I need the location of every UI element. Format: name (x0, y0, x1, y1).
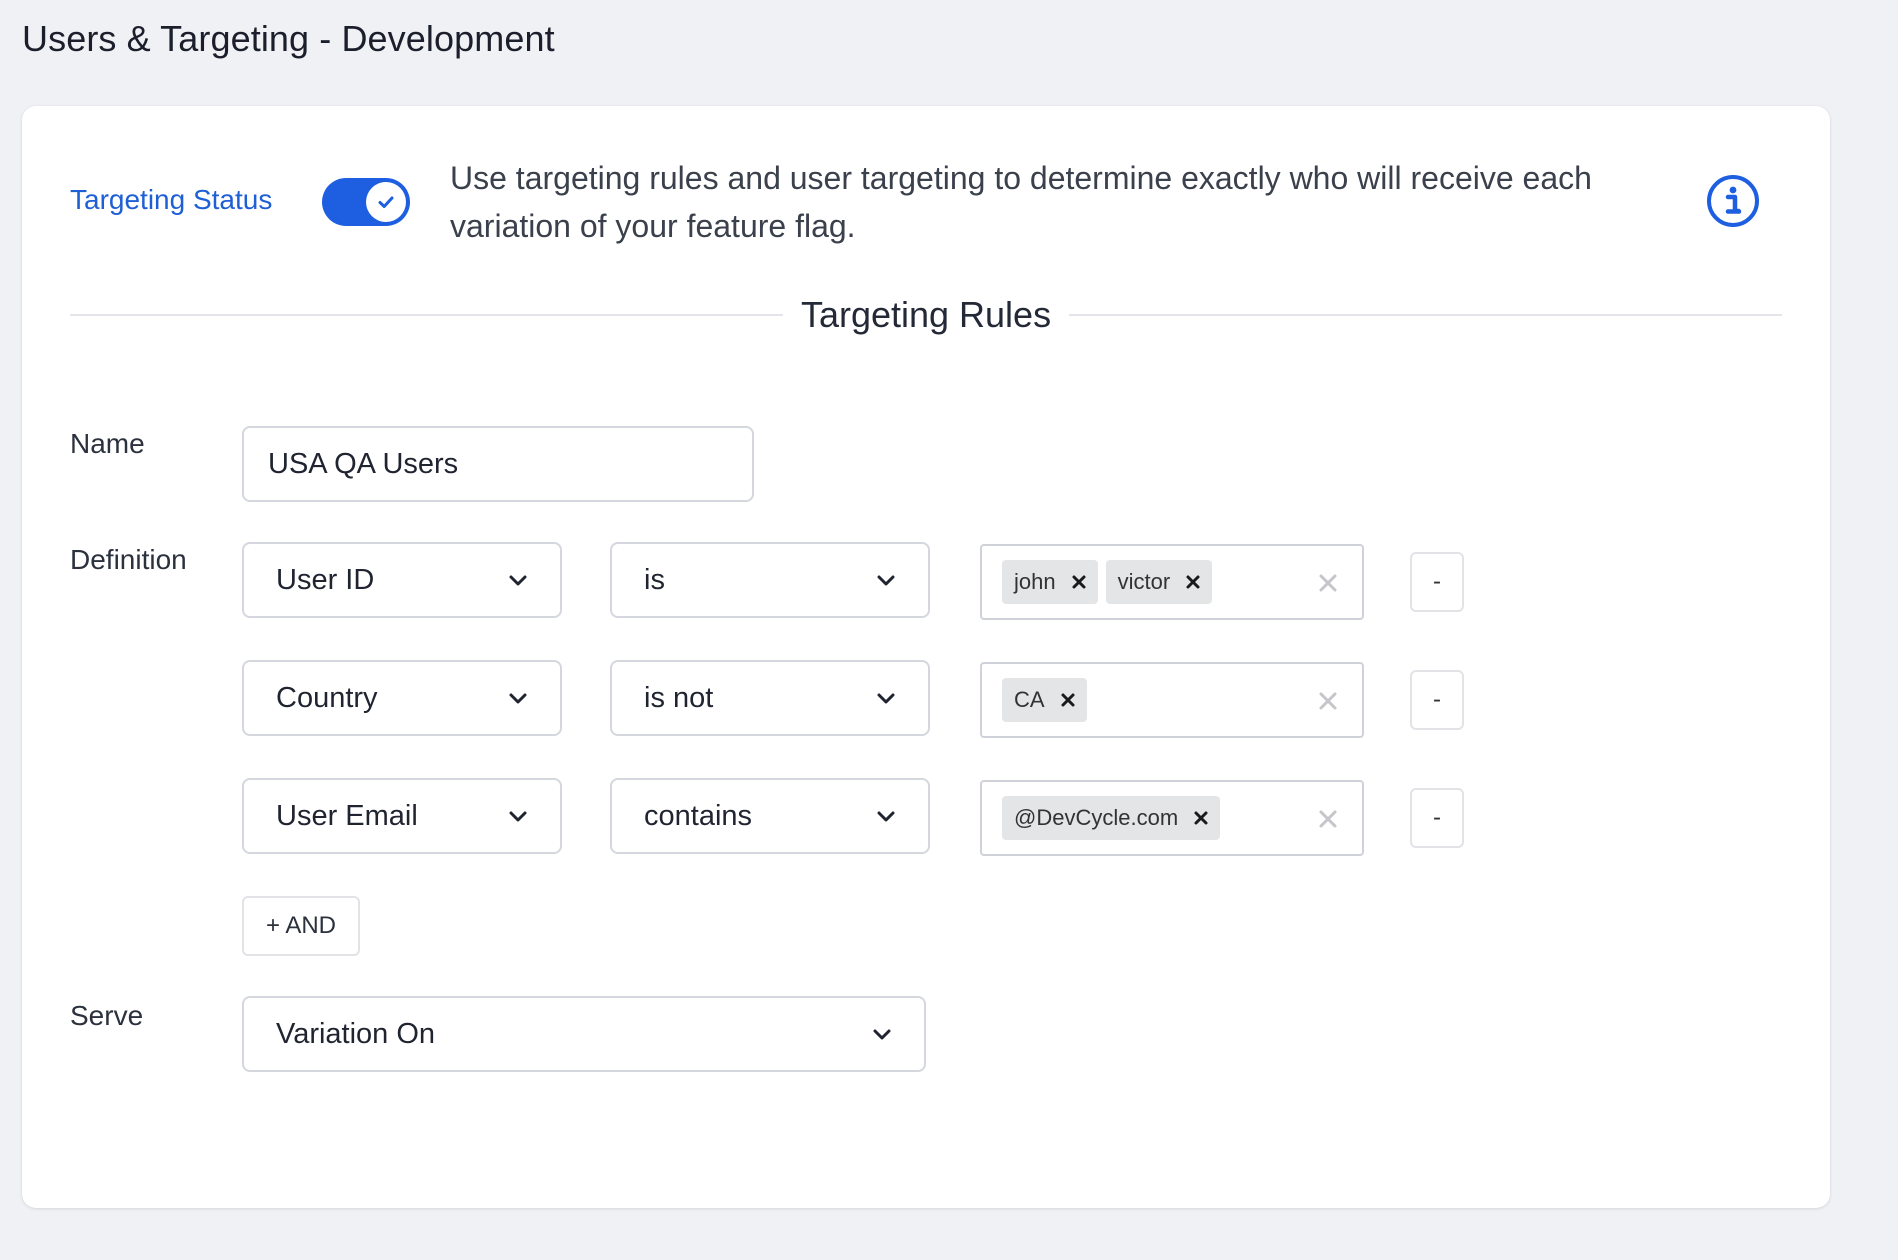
rule-name-input[interactable]: USA QA Users (242, 426, 754, 502)
remove-definition-button[interactable]: - (1410, 788, 1464, 848)
chevron-down-icon (509, 575, 527, 586)
definition-operator-value: is not (644, 681, 714, 714)
close-icon[interactable] (1192, 809, 1210, 827)
value-tag-label: CA (1014, 687, 1045, 712)
serve-label: Serve (70, 1000, 144, 1031)
serve-variation-value: Variation On (276, 1017, 436, 1050)
targeting-status-toggle[interactable] (322, 178, 410, 226)
definition-property-value: User ID (276, 563, 375, 596)
value-tag-label: victor (1117, 569, 1171, 594)
chevron-down-icon (877, 575, 895, 586)
definition-property-select[interactable]: Country (242, 660, 562, 736)
serve-variation-select[interactable]: Variation On (242, 996, 926, 1072)
value-tag-label: @DevCycle.com (1014, 805, 1179, 830)
chevron-down-icon (873, 1029, 891, 1040)
definition-operator-value: contains (644, 799, 753, 832)
info-icon[interactable] (1706, 174, 1760, 228)
definition-values-input[interactable]: CA (980, 662, 1364, 738)
targeting-status-label: Targeting Status (70, 184, 273, 215)
rule-name-value: USA QA Users (268, 447, 459, 480)
targeting-card: Targeting Status Use targeting rules and… (22, 106, 1830, 1208)
definition-values-input[interactable]: @DevCycle.com (980, 780, 1364, 856)
remove-definition-button[interactable]: - (1410, 552, 1464, 612)
divider-line-left (70, 314, 783, 316)
divider-line-right (1069, 314, 1783, 316)
value-tag: victor (1105, 560, 1213, 604)
definition-operator-select[interactable]: is not (610, 660, 930, 736)
add-and-condition-button[interactable]: + AND (242, 896, 360, 956)
definition-property-value: Country (276, 681, 378, 714)
name-label: Name (70, 428, 145, 459)
definition-property-select[interactable]: User Email (242, 778, 562, 854)
close-icon[interactable] (1059, 691, 1077, 709)
targeting-rules-title: Targeting Rules (800, 294, 1052, 335)
definition-values-input[interactable]: john victor (980, 544, 1364, 620)
chevron-down-icon (509, 693, 527, 704)
targeting-rules-divider: Targeting Rules (70, 292, 1783, 338)
definition-property-value: User Email (276, 799, 418, 832)
value-tag: john (1002, 560, 1098, 604)
remove-definition-button[interactable]: - (1410, 670, 1464, 730)
definition-operator-select[interactable]: contains (610, 778, 930, 854)
toggle-knob (366, 182, 406, 222)
check-icon (378, 196, 394, 208)
chevron-down-icon (877, 693, 895, 704)
close-icon[interactable] (1184, 573, 1202, 591)
definition-property-select[interactable]: User ID (242, 542, 562, 618)
value-tag: CA (1002, 678, 1087, 722)
definition-operator-value: is (644, 563, 665, 596)
clear-values-icon[interactable] (1318, 691, 1338, 711)
chevron-down-icon (877, 811, 895, 822)
value-tag: @DevCycle.com (1002, 796, 1221, 840)
close-icon[interactable] (1070, 573, 1088, 591)
chevron-down-icon (509, 811, 527, 822)
clear-values-icon[interactable] (1318, 573, 1338, 593)
clear-values-icon[interactable] (1318, 809, 1338, 829)
definition-operator-select[interactable]: is (610, 542, 930, 618)
definition-label: Definition (70, 544, 187, 575)
targeting-description: Use targeting rules and user targeting t… (450, 160, 1592, 244)
value-tag-label: john (1014, 569, 1056, 594)
page-title: Users & Targeting - Development (22, 18, 555, 59)
